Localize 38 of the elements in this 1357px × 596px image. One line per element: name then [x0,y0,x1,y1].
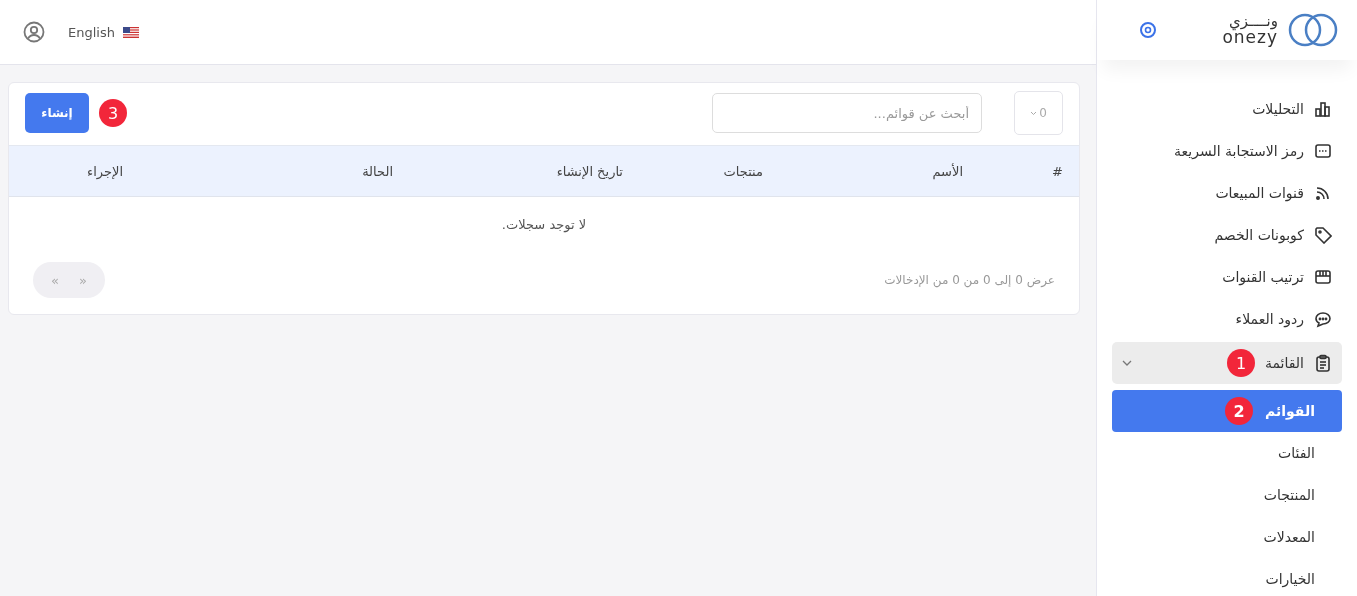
entries-info: عرض 0 إلى 0 من 0 من الإدخالات [884,273,1055,287]
submenu-item[interactable]: المنتجات [1112,474,1342,516]
step-badge: 2 [1225,397,1254,425]
submenu-item[interactable]: المعدلات [1112,516,1342,558]
step-badge: 1 [1227,349,1255,377]
rss-icon [1314,184,1332,202]
qr-icon [1314,142,1332,160]
tag-icon [1314,226,1332,244]
submenu-item[interactable]: الخيارات [1112,558,1342,596]
chat-icon [1314,310,1332,328]
logo-icon [1288,12,1338,48]
column-header: الحالة [361,163,393,179]
sidebar-item[interactable]: كوبونات الخصم [1112,214,1342,256]
user-icon[interactable] [23,21,45,43]
sidebar-item[interactable]: ردود العملاء [1112,298,1342,340]
sidebar-item[interactable]: قنوات المبيعات [1112,172,1342,214]
sidebar-item[interactable]: التحليلات [1112,88,1342,130]
column-header: # [1051,163,1063,179]
logo-arabic: ونــــزي [1229,14,1278,29]
clipboard-icon [1314,354,1332,372]
logo-wordmark: onezy [1222,29,1278,46]
sidebar-item[interactable]: ترتيب القنوات [1112,256,1342,298]
chevron-icon [1122,360,1132,366]
target-icon[interactable] [1139,21,1157,39]
language-button[interactable]: English [68,24,115,40]
column-header: الإجراء [86,163,123,179]
chevron-icon [1030,110,1038,116]
step-badge: 3 [99,99,127,127]
empty-message: لا توجد سجلات. [501,217,587,232]
create-button[interactable]: إنشاء [25,93,89,133]
submenu-item[interactable]: الفئات [1112,432,1342,474]
flag-icon [122,26,139,38]
store-icon [1314,268,1332,286]
column-header: تاريخ الإنشاء [555,163,623,179]
chart-icon [1314,100,1332,118]
column-header: منتجات [722,163,763,179]
column-header: الأسم [931,163,963,179]
sidebar-item[interactable]: رمز الاستجابة السريعة [1112,130,1342,172]
